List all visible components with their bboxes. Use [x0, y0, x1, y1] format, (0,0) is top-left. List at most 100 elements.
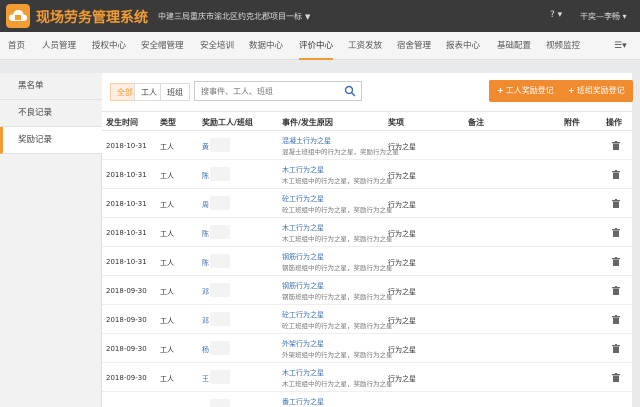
cell-award: 行为之星 [388, 288, 416, 296]
top-bar: 现场劳务管理系统 中建三局重庆市渝北区约克北郡项目一标 ▼ ? ▾ 干奕—李畅 ▾ [0, 0, 640, 32]
cell-date: 2018-09-30 [106, 287, 147, 295]
cell-type: 工人 [160, 346, 174, 354]
cell-event-title[interactable]: 外架行为之星 [282, 339, 324, 349]
caret-down-icon: ▼ [305, 13, 311, 21]
cell-date: 2018-10-31 [106, 171, 147, 179]
col-event: 事件/发生原因 [282, 118, 333, 127]
app-title: 现场劳务管理系统 [36, 10, 148, 26]
table-row: 2018-10-31 工人 陈 钢筋行为之星 钢筋班组中的行为之星，奖励行为之星 行为之星 [102, 247, 632, 276]
plus-icon: + [568, 86, 575, 95]
cell-date: 2018-09-30 [106, 316, 147, 324]
cell-awardee[interactable]: 陈 [202, 229, 209, 239]
cell-event-title[interactable]: 番工行为之星 [282, 397, 324, 407]
redacted-name [210, 254, 230, 268]
trash-icon[interactable] [612, 141, 620, 150]
cell-event-reason: 钢筋班组中的行为之星，奖励行为之星 [282, 293, 393, 301]
nav-item-config[interactable]: 基础配置 [497, 32, 531, 60]
nav-item-safety-training[interactable]: 安全培训 [200, 32, 234, 60]
col-remark: 备注 [468, 118, 484, 127]
filter-tab-team[interactable]: 班组 [160, 83, 190, 101]
trash-icon[interactable] [612, 228, 620, 237]
team-award-button[interactable]: + 班组奖励登记 [560, 80, 633, 102]
trash-icon[interactable] [612, 315, 620, 324]
cell-award: 行为之星 [388, 259, 416, 267]
cell-awardee[interactable]: 杨 [202, 345, 209, 355]
cell-event-reason: 混凝土班组中的行为之星，奖励行为之星 [282, 148, 399, 156]
table-row: 2018-09-30 工人 王 木工行为之星 木工班组中的行为之星，奖励行为之星 行为之星 [102, 363, 632, 392]
cell-date: 2018-10-31 [106, 200, 147, 208]
cell-date: 2018-09-30 [106, 374, 147, 382]
sidebar-item-reward-record[interactable]: 奖励记录 [0, 127, 102, 154]
cell-event-reason: 木工班组中的行为之星，奖励行为之星 [282, 235, 393, 243]
cell-event-reason: 木工班组中的行为之星，奖励行为之星 [282, 380, 393, 388]
app-logo[interactable] [6, 4, 30, 28]
worker-award-button[interactable]: + 工人奖励登记 [489, 80, 562, 102]
cell-event-title[interactable]: 木工行为之星 [282, 368, 324, 378]
cell-type: 工人 [160, 317, 174, 325]
cell-awardee[interactable]: 陈 [202, 171, 209, 181]
cell-awardee[interactable]: 邓 [202, 316, 209, 326]
nav-item-helmet[interactable]: 安全帽管理 [141, 32, 184, 60]
cell-type: 工人 [160, 288, 174, 296]
cell-award: 行为之星 [388, 230, 416, 238]
trash-icon[interactable] [612, 344, 620, 353]
user-menu[interactable]: 干奕—李畅 ▾ [580, 11, 627, 22]
redacted-name [210, 283, 230, 297]
nav-item-dormitory[interactable]: 宿舍管理 [397, 32, 431, 60]
cell-awardee[interactable]: 邓 [202, 287, 209, 297]
nav-item-personnel[interactable]: 人员管理 [42, 32, 76, 60]
cell-event-title[interactable]: 钢筋行为之星 [282, 281, 324, 291]
nav-item-data-center[interactable]: 数据中心 [249, 32, 283, 60]
cell-award: 行为之星 [388, 375, 416, 383]
table-row: 2018-10-31 工人 陈 木工行为之星 木工班组中的行为之星，奖励行为之星 行为之星 [102, 218, 632, 247]
table-row: 2018-09-30 工人 邓 砼工行为之星 砼工班组中的行为之星，奖励行为之星 行为之星 [102, 305, 632, 334]
menu-icon[interactable]: ☰▾ [614, 41, 627, 51]
main-nav: 首页 人员管理 授权中心 安全帽管理 安全培训 数据中心 评价中心 工资发放 宿舍管理 报表中心基… [0, 32, 640, 60]
sidebar-item-blacklist[interactable]: 黑名单 [0, 73, 102, 100]
cell-event-title[interactable]: 砼工行为之星 [282, 194, 324, 204]
cell-date: 2018-09-30 [106, 345, 147, 353]
redacted-name [210, 225, 230, 239]
nav-item-video[interactable]: 视频监控 [546, 32, 580, 60]
search-input[interactable] [201, 85, 341, 98]
search-icon[interactable] [344, 85, 356, 97]
sidebar-item-bad-record[interactable]: 不良记录 [0, 100, 102, 127]
table-row: 2018-10-31 工人 周 砼工行为之星 砼工班组中的行为之星，奖励行为之星 行为之星 [102, 189, 632, 218]
help-icon[interactable]: ? ▾ [550, 10, 562, 20]
cell-awardee[interactable]: 黄 [202, 142, 209, 152]
cell-event-title[interactable]: 钢筋行为之星 [282, 252, 324, 262]
cell-award: 行为之星 [388, 346, 416, 354]
cell-event-reason: 木工班组中的行为之星，奖励行为之星 [282, 177, 393, 185]
table-header: 发生时间 类型 奖励工人/班组 事件/发生原因 奖项 备注 附件 操作 [102, 111, 632, 131]
cell-awardee[interactable]: 陈 [202, 258, 209, 268]
nav-item-home[interactable]: 首页 [8, 32, 25, 60]
table-row: 2018-10-31 工人 陈 木工行为之星 木工班组中的行为之星，奖励行为之星 行为之星 [102, 160, 632, 189]
nav-item-salary[interactable]: 工资发放 [348, 32, 382, 60]
nav-item-reports[interactable]: 报表中心 [446, 32, 480, 60]
sidebar: 黑名单 不良记录 奖励记录 [0, 73, 102, 407]
trash-icon[interactable] [612, 286, 620, 295]
cell-event-title[interactable]: 砼工行为之星 [282, 310, 324, 320]
col-date: 发生时间 [106, 118, 138, 127]
nav-item-authorization[interactable]: 授权中心 [92, 32, 126, 60]
trash-icon[interactable] [612, 257, 620, 266]
trash-icon[interactable] [612, 170, 620, 179]
cell-awardee[interactable]: 周 [202, 200, 209, 210]
trash-icon[interactable] [612, 199, 620, 208]
cell-awardee[interactable]: 王 [202, 374, 209, 384]
cell-event-title[interactable]: 混凝土行为之星 [282, 136, 331, 146]
cell-event-reason: 砼工班组中的行为之星，奖励行为之星 [282, 322, 393, 330]
redacted-name [210, 196, 230, 210]
redacted-name [210, 138, 230, 152]
plus-icon: + [497, 86, 504, 95]
cell-type: 工人 [160, 259, 174, 267]
cell-event-reason: 外架班组中的行为之星，奖励行为之星 [282, 351, 393, 359]
nav-item-evaluation[interactable]: 评价中心 [299, 32, 334, 60]
cell-event-title[interactable]: 木工行为之星 [282, 223, 324, 233]
project-selector[interactable]: 中建三局重庆市渝北区约克北郡项目一标 ▼ [158, 11, 310, 22]
col-action: 操作 [606, 118, 622, 127]
cell-event-title[interactable]: 木工行为之星 [282, 165, 324, 175]
trash-icon[interactable] [612, 373, 620, 382]
cell-award: 行为之星 [388, 143, 416, 151]
cell-date: 2018-10-31 [106, 229, 147, 237]
